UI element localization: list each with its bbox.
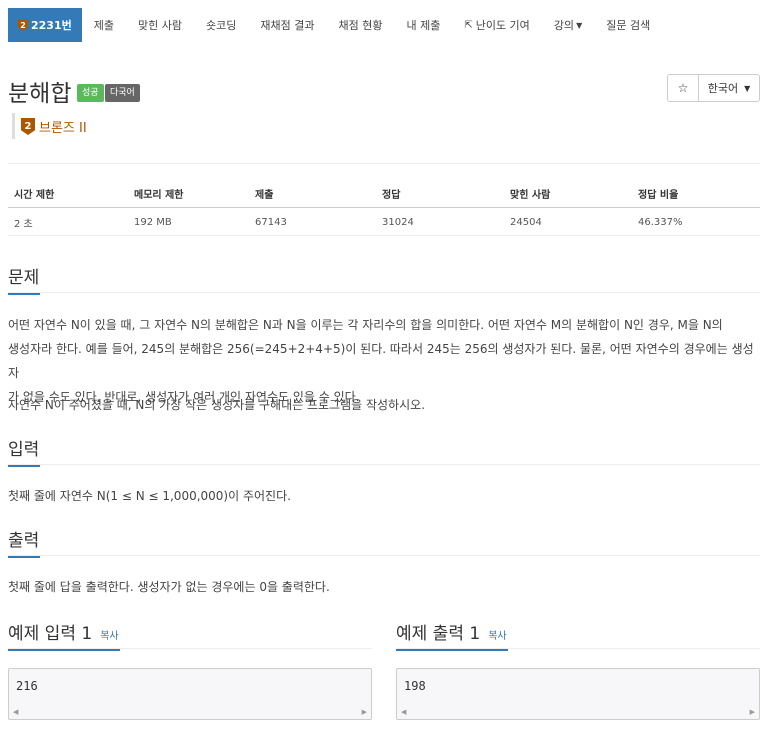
description-line-1: 어떤 자연수 N이 있을 때, 그 자연수 N의 분해합은 N과 N을 이루는 … <box>8 318 723 332</box>
multilang-badge: 다국어 <box>105 84 140 102</box>
nav-rejudge[interactable]: 재채점 결과 <box>248 8 326 42</box>
input-description: 첫째 줄에 자연수 N(1 ≤ N ≤ 1,000,000)이 주어진다. <box>8 489 291 503</box>
value-accepted: 31024 <box>382 217 414 228</box>
nav-submit[interactable]: 제출 <box>82 8 126 42</box>
problem-title: 분해합 <box>8 81 72 107</box>
divider <box>8 555 760 556</box>
nav-difficulty-label: 난이도 기여 <box>475 19 530 32</box>
divider <box>8 648 372 649</box>
horizontal-scrollbar[interactable]: ◀ ▶ <box>397 705 759 719</box>
tier-info[interactable]: 2 브론즈 II <box>21 117 87 136</box>
nav-short-coding[interactable]: 숏코딩 <box>194 8 248 42</box>
value-ratio: 46.337% <box>638 217 683 228</box>
caret-down-icon: ▼ <box>744 83 751 93</box>
copy-output-button[interactable]: 복사 <box>488 631 506 642</box>
problem-number-label: 2231번 <box>31 19 72 32</box>
nav-my-submissions[interactable]: 내 제출 <box>394 8 452 42</box>
tier-mini-icon: 2 <box>18 19 28 31</box>
star-button[interactable]: ☆ <box>667 74 699 102</box>
copy-input-button[interactable]: 복사 <box>100 631 118 642</box>
description-line-4: 자연수 N이 주어졌을 때, N의 가장 작은 생성자를 구해내는 프로그램을 … <box>8 398 426 412</box>
section-title-output: 출력 <box>8 526 40 558</box>
description-line-2: 생성자라 한다. 예를 들어, 245의 분해합은 256(=245+2+4+5… <box>8 342 754 380</box>
nav-lectures[interactable]: 강의 ▼ <box>542 8 594 42</box>
nav-difficulty[interactable]: ⇱ 난이도 기여 <box>452 8 542 42</box>
nav-question-search[interactable]: 질문 검색 <box>594 8 662 42</box>
nav-problem-number[interactable]: 2 2231번 <box>8 8 82 42</box>
sample-input-heading: 예제 입력 1 복사 <box>8 619 120 651</box>
scroll-right-icon[interactable]: ▶ <box>362 708 367 716</box>
header-ratio: 정답 비율 <box>638 190 679 201</box>
header-memory-limit: 메모리 제한 <box>134 190 184 201</box>
value-time-limit: 2 초 <box>14 219 33 230</box>
value-solvers: 24504 <box>510 217 542 228</box>
output-description: 첫째 줄에 답을 출력한다. 생성자가 없는 경우에는 0을 출력한다. <box>8 580 330 594</box>
divider <box>396 648 760 649</box>
input-heading: 입력 <box>8 440 40 460</box>
section-title-description: 문제 <box>8 263 40 295</box>
caret-down-icon: ▼ <box>576 20 583 30</box>
tier-label: 브론즈 II <box>39 121 87 136</box>
language-label: 한국어 <box>707 82 739 95</box>
divider <box>8 163 760 164</box>
heading-underline <box>8 556 40 558</box>
sample-output-box[interactable]: 198 ◀ ▶ <box>396 668 760 720</box>
language-select[interactable]: 한국어 ▼ <box>698 74 760 102</box>
sample-input-value: 216 <box>16 679 38 693</box>
tier-badge-icon: 2 <box>21 118 35 135</box>
description-heading: 문제 <box>8 268 40 288</box>
nav-lectures-label: 강의 <box>553 19 575 32</box>
sample-input-box[interactable]: 216 ◀ ▶ <box>8 668 372 720</box>
horizontal-scrollbar[interactable]: ◀ ▶ <box>9 705 371 719</box>
external-link-icon: ⇱ <box>464 19 473 31</box>
divider <box>8 292 760 293</box>
nav-solvers[interactable]: 맞힌 사람 <box>126 8 194 42</box>
section-title-input: 입력 <box>8 435 40 467</box>
problem-nav: 2 2231번 제출 맞힌 사람 숏코딩 재채점 결과 채점 현황 내 제출 ⇱… <box>8 8 760 42</box>
heading-underline <box>8 465 40 467</box>
divider <box>8 464 760 465</box>
nav-status[interactable]: 채점 현황 <box>326 8 394 42</box>
sample-output-value: 198 <box>404 679 426 693</box>
value-submissions: 67143 <box>255 217 287 228</box>
sample-output-heading: 예제 출력 1 복사 <box>396 619 508 651</box>
info-table-header: 시간 제한 메모리 제한 제출 정답 맞힌 사람 정답 비율 <box>8 180 760 208</box>
header-time-limit: 시간 제한 <box>14 190 55 201</box>
sample-output-title: 예제 출력 1 <box>396 624 481 644</box>
header-submissions: 제출 <box>255 190 274 201</box>
heading-underline <box>8 293 40 295</box>
heading-underline <box>396 649 508 651</box>
scroll-left-icon[interactable]: ◀ <box>13 708 18 716</box>
heading-underline <box>8 649 120 651</box>
star-icon: ☆ <box>677 81 689 95</box>
output-heading: 출력 <box>8 531 40 551</box>
scroll-left-icon[interactable]: ◀ <box>401 708 406 716</box>
value-memory-limit: 192 MB <box>134 217 172 228</box>
header-accepted: 정답 <box>382 190 401 201</box>
sample-input-title: 예제 입력 1 <box>8 624 93 644</box>
header-solvers: 맞힌 사람 <box>510 190 551 201</box>
tier-divider <box>12 113 15 139</box>
scroll-right-icon[interactable]: ▶ <box>750 708 755 716</box>
table-row: 2 초 192 MB 67143 31024 24504 46.337% <box>8 210 760 236</box>
success-badge: 성공 <box>77 84 104 102</box>
